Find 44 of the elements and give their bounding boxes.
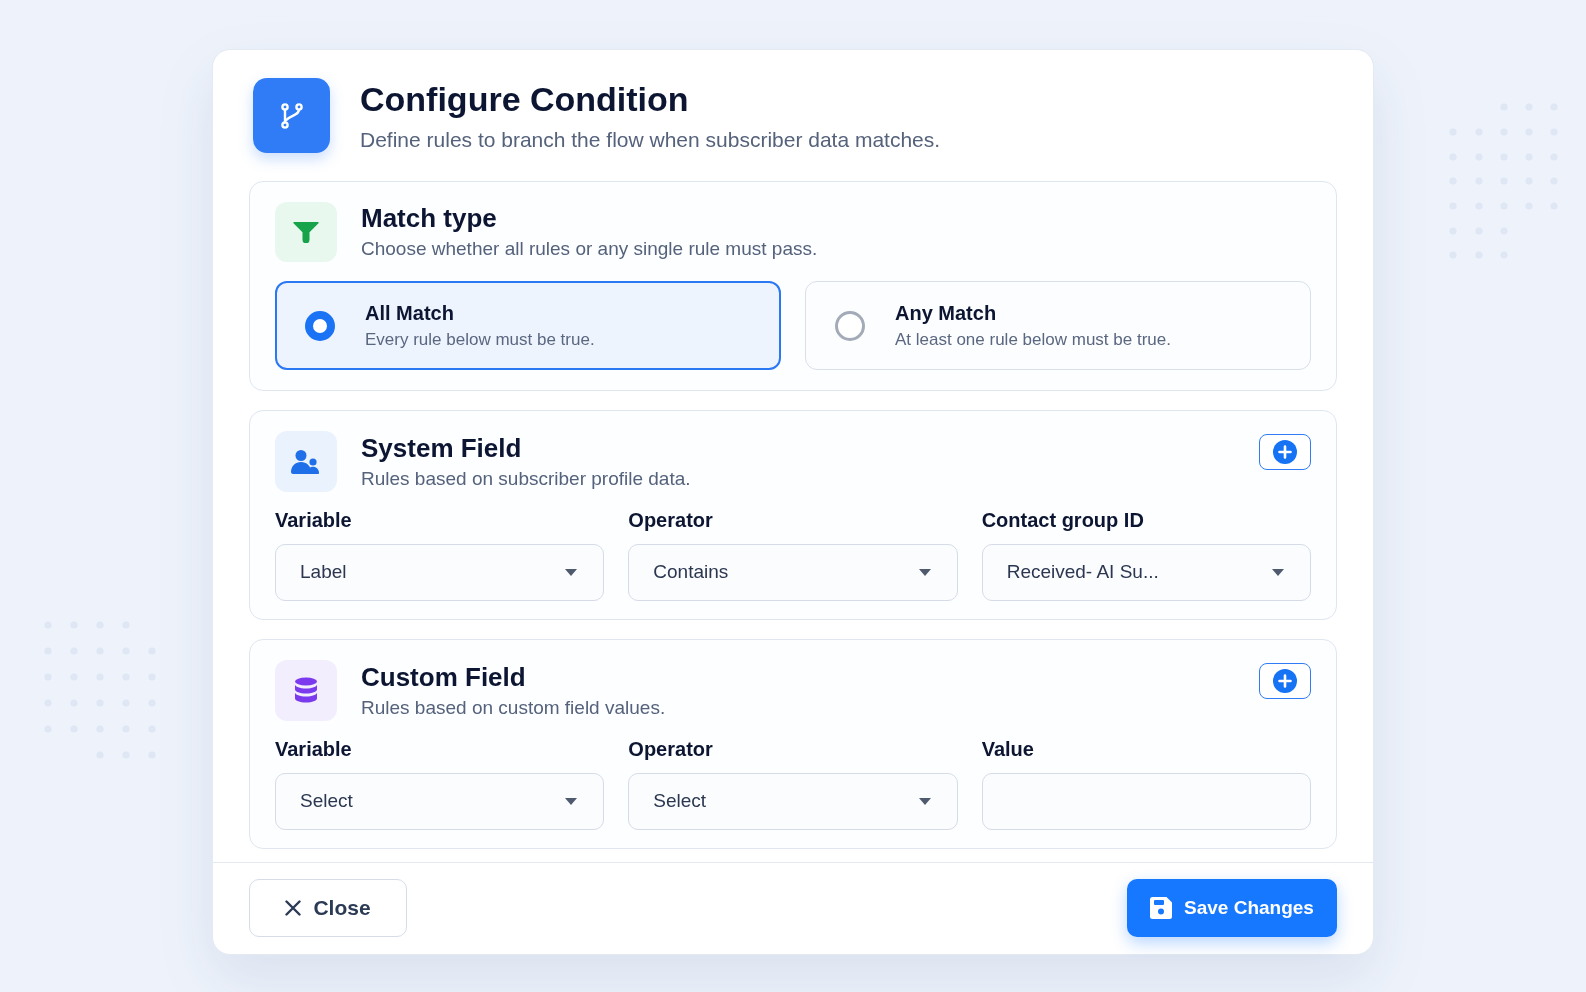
option-card[interactable]: All Match Every rule below must be true.: [275, 281, 781, 370]
caret-icon: [565, 798, 578, 805]
database-icon: [275, 660, 337, 721]
users-icon: [275, 431, 337, 492]
plus-circle-icon: [1273, 669, 1297, 693]
dropdown-field[interactable]: Select: [628, 773, 958, 830]
caret-icon: [565, 569, 578, 576]
plus-circle-icon: [1273, 440, 1297, 464]
save-button[interactable]: Save Changes: [1127, 879, 1337, 937]
close-icon: [285, 900, 302, 916]
close-button[interactable]: Close: [249, 879, 407, 937]
radio-button[interactable]: [305, 310, 335, 341]
option-description: At least one rule below must be true.: [895, 329, 1171, 351]
field-label: Variable: [275, 508, 353, 533]
dropdown-field[interactable]: Select: [275, 773, 605, 830]
option-card[interactable]: Any Match At least one rule below must be true.: [805, 281, 1311, 370]
dropdown-field[interactable]: Received- AI Su...: [981, 544, 1311, 601]
branch-icon: [253, 78, 330, 153]
section-description: Rules based on subscriber profile data.: [361, 466, 691, 491]
dropdown-field[interactable]: Contains: [628, 544, 958, 601]
field-label: Operator: [628, 508, 714, 533]
input-field[interactable]: [981, 773, 1311, 830]
radio-button[interactable]: [835, 310, 865, 341]
dialog-title: Configure Condition: [360, 78, 690, 119]
option-label: All Match: [365, 301, 455, 326]
section-description: Choose whether all rules or any single rule must pass.: [361, 237, 818, 261]
section-description: Rules based on custom field values.: [361, 695, 666, 720]
dropdown-field[interactable]: Label: [275, 544, 605, 601]
option-description: Every rule below must be true.: [365, 329, 595, 351]
section-title: Match type: [361, 202, 498, 234]
add-rule-button[interactable]: [1259, 663, 1311, 699]
section-title: System Field: [361, 431, 523, 464]
add-rule-button[interactable]: [1259, 434, 1311, 470]
field-label: Value: [981, 737, 1035, 762]
caret-icon: [1272, 569, 1284, 576]
funnel-icon: [275, 202, 337, 262]
option-label: Any Match: [895, 301, 998, 326]
dialog-subtitle: Define rules to branch the flow when subscriber data matches.: [360, 126, 941, 153]
caret-icon: [918, 798, 931, 805]
field-label: Variable: [275, 737, 353, 762]
field-label: Contact group ID: [981, 508, 1145, 533]
caret-icon: [918, 569, 931, 576]
field-label: Operator: [628, 737, 714, 762]
section-title: Custom Field: [361, 660, 527, 693]
